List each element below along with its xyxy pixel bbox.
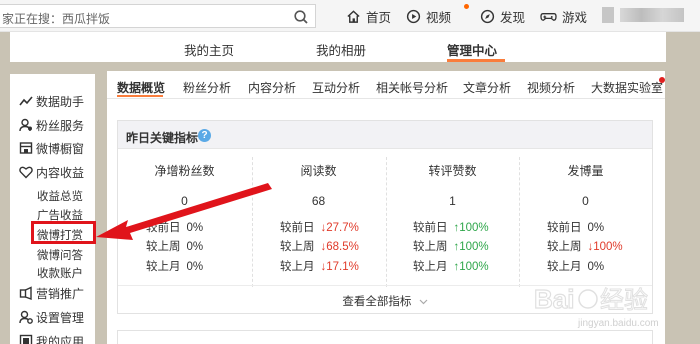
nav-game-label: 游戏 <box>562 10 588 25</box>
heart-icon <box>19 166 33 179</box>
metric-label: 净增粉丝数 <box>154 164 215 178</box>
tab-my-home[interactable]: 我的主页 <box>184 40 234 59</box>
search-input[interactable]: 家正在搜：西瓜拌饭 <box>2 10 110 27</box>
compare-row: 较上月 ↓17.1% <box>280 261 359 273</box>
sidebar-item-marketing[interactable]: 营销推广 <box>19 283 84 303</box>
chevron-down-icon <box>419 299 428 305</box>
sidebar-item-label: 我的应用 <box>36 334 85 344</box>
tab-related-accounts[interactable]: 相关帐号分析 <box>376 79 448 96</box>
nav-discover-label: 发现 <box>500 10 526 25</box>
divider <box>252 157 253 287</box>
search-icon[interactable] <box>293 9 309 25</box>
compare-row: 较前日 0% <box>547 222 605 234</box>
gamepad-icon <box>540 12 557 21</box>
nav-home[interactable]: 首页 <box>346 6 391 26</box>
compare-row: 较上月 0% <box>547 261 605 273</box>
sidebar-item-content-income[interactable]: 内容收益 <box>19 162 84 182</box>
analysis-tabs: 数据概览 粉丝分析 内容分析 互动分析 相关帐号分析 文章分析 视频分析 大数据… <box>107 71 665 99</box>
apps-icon <box>19 334 33 344</box>
tab-fans-analysis[interactable]: 粉丝分析 <box>183 79 231 96</box>
nav-video-label: 视频 <box>426 10 452 25</box>
sidebar-item-label: 微博橱窗 <box>36 141 85 156</box>
compare-row: 较上周 ↑100% <box>413 241 489 253</box>
metric-reads: 阅读数 68 <box>252 162 385 208</box>
card-title: 昨日关键指标 <box>126 131 199 145</box>
tab-video-analysis[interactable]: 视频分析 <box>527 79 575 96</box>
metric-value: 68 <box>311 194 326 208</box>
top-bar: 家正在搜：西瓜拌饭 首页 视频 发现 游戏 <box>0 0 700 32</box>
watermark-url: jingyan.baidu.com <box>578 318 659 329</box>
compare-row: 较上周 ↓100% <box>547 241 623 253</box>
compare-row: 较上周 0% <box>146 241 204 253</box>
sidebar-item-label: 粉丝服务 <box>36 118 85 133</box>
sidebar-item-settings[interactable]: 设置管理 <box>19 307 84 327</box>
sidebar-subitem-weibo-qa[interactable]: 微博问答 <box>37 247 83 263</box>
tab-big-data-lab[interactable]: 大数据实验室 <box>591 79 663 96</box>
sidebar: 数据助手 粉丝服务 微博橱窗 内容收益 收益总览 广告收益 微博打赏 微博问答 … <box>10 74 96 344</box>
sidebar-subitem-payment-account[interactable]: 收款账户 <box>37 265 83 281</box>
sidebar-item-label: 内容收益 <box>36 165 85 180</box>
card-header: 昨日关键指标 ? <box>118 121 652 149</box>
nav-video-badge <box>464 4 469 9</box>
active-tab-indicator <box>447 59 505 62</box>
active-tab-indicator <box>117 95 163 97</box>
metric-label: 转评赞数 <box>428 164 477 178</box>
tab-manage-center[interactable]: 管理中心 <box>447 40 497 59</box>
user-avatar[interactable] <box>602 7 614 23</box>
compare-row: 较前日 ↓27.7% <box>280 222 359 234</box>
new-badge-dot <box>659 77 665 83</box>
nav-discover[interactable]: 发现 <box>480 6 525 26</box>
baidu-watermark-logo: Bai 经验 <box>533 283 648 314</box>
nav-home-label: 首页 <box>366 10 392 25</box>
profile-header: 我的主页 我的相册 管理中心 <box>10 32 666 62</box>
sidebar-subitem-income-overview[interactable]: 收益总览 <box>37 188 83 204</box>
tab-data-overview[interactable]: 数据概览 <box>117 79 165 96</box>
tab-interaction-analysis[interactable]: 互动分析 <box>312 79 360 96</box>
compare-row: 较上周 ↓68.5% <box>280 241 359 253</box>
svg-text:Bai: Bai <box>534 284 574 314</box>
home-icon <box>347 9 360 23</box>
compare-row: 较上月 ↑100% <box>413 261 489 273</box>
chart-icon <box>19 96 33 106</box>
sidebar-item-my-apps[interactable]: 我的应用 <box>19 331 84 344</box>
tab-my-album[interactable]: 我的相册 <box>316 40 366 59</box>
megaphone-icon <box>19 286 32 300</box>
help-icon[interactable]: ? <box>198 129 211 142</box>
compare-row: 较前日 ↑100% <box>413 222 489 234</box>
nav-video[interactable]: 视频 <box>406 4 469 26</box>
search-box[interactable]: 家正在搜：西瓜拌饭 <box>0 4 316 28</box>
view-all-label: 查看全部指标 <box>342 296 412 308</box>
user-gear-icon <box>19 310 33 324</box>
compass-icon <box>480 9 495 23</box>
sidebar-item-label: 设置管理 <box>36 310 85 325</box>
divider <box>519 157 520 287</box>
video-icon <box>406 9 421 23</box>
compare-row: 较上月 0% <box>146 261 204 273</box>
compare-row: 较前日 0% <box>146 222 204 234</box>
shop-icon <box>19 142 33 154</box>
metric-label: 阅读数 <box>300 164 337 178</box>
user-icon <box>19 118 32 132</box>
metric-value: 0 <box>582 194 589 208</box>
metric-posts: 发博量 0 <box>519 162 652 208</box>
sidebar-item-data-assistant[interactable]: 数据助手 <box>19 91 84 111</box>
metric-interactions: 转评赞数 1 <box>386 162 519 208</box>
sidebar-item-label: 营销推广 <box>36 286 85 301</box>
user-name[interactable] <box>620 8 684 22</box>
next-card <box>117 330 653 344</box>
metric-value: 0 <box>181 194 188 208</box>
metric-net-fans: 净增粉丝数 0 <box>118 162 251 208</box>
highlight-box <box>31 221 96 244</box>
sidebar-item-weibo-shop[interactable]: 微博橱窗 <box>19 138 84 158</box>
tab-content-analysis[interactable]: 内容分析 <box>248 79 296 96</box>
divider <box>386 157 387 287</box>
sidebar-item-fans-service[interactable]: 粉丝服务 <box>19 115 84 135</box>
metric-label: 发博量 <box>567 164 604 178</box>
sidebar-item-label: 数据助手 <box>36 94 85 109</box>
metric-value: 1 <box>449 194 456 208</box>
tab-article-analysis[interactable]: 文章分析 <box>463 79 511 96</box>
svg-text:经验: 经验 <box>600 287 648 314</box>
nav-game[interactable]: 游戏 <box>540 6 587 26</box>
